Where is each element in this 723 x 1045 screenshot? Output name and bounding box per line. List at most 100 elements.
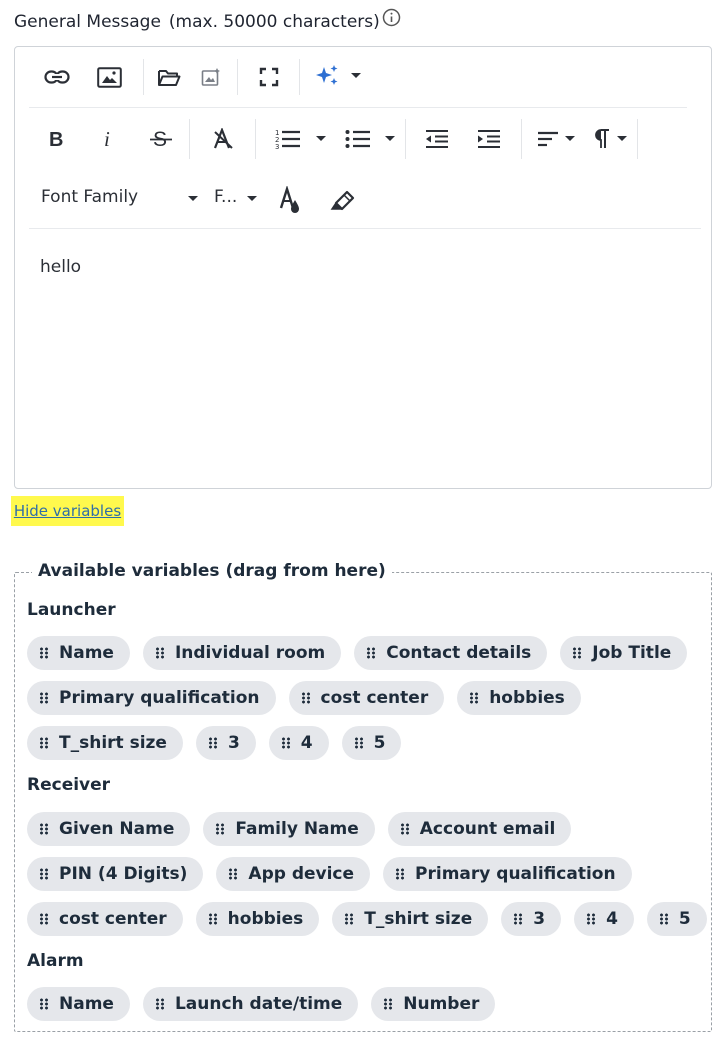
- field-label-row: General Message (max. 50000 characters): [14, 10, 380, 34]
- drag-handle-icon: [154, 998, 165, 1010]
- group-title-launcher: Launcher: [27, 600, 116, 620]
- variable-chip[interactable]: 4: [574, 902, 634, 936]
- variable-chip[interactable]: hobbies: [457, 681, 581, 715]
- drag-handle-icon: [228, 868, 239, 880]
- variable-chip[interactable]: Family Name: [203, 812, 375, 846]
- link-icon[interactable]: [41, 63, 73, 91]
- chip-label: Name: [59, 643, 114, 663]
- chip-label: Individual room: [174, 643, 326, 663]
- strikethrough-icon[interactable]: S: [147, 125, 175, 153]
- indent-icon[interactable]: [475, 125, 503, 153]
- ai-image-icon[interactable]: [195, 63, 227, 91]
- paragraph-caret[interactable]: [617, 136, 627, 141]
- drag-handle-icon: [154, 647, 165, 659]
- variable-chip[interactable]: T_shirt size: [332, 902, 489, 936]
- rich-text-editor: B i S 123 Font Family F... hello: [14, 46, 712, 489]
- variable-chip[interactable]: Primary qualification: [27, 681, 276, 715]
- variable-chip[interactable]: 5: [341, 726, 402, 760]
- font-color-icon[interactable]: [277, 185, 303, 215]
- font-family-select[interactable]: Font Family: [41, 187, 138, 207]
- drag-handle-icon: [513, 913, 524, 925]
- drag-handle-icon: [353, 737, 364, 749]
- paragraph-icon[interactable]: [591, 125, 613, 153]
- drag-handle-icon: [586, 913, 597, 925]
- variable-chip[interactable]: Given Name: [27, 812, 191, 846]
- numbered-list-icon[interactable]: 123: [273, 125, 303, 153]
- drag-handle-icon: [399, 823, 410, 835]
- chip-label: Family Name: [235, 819, 359, 839]
- chip-label: Launch date/time: [174, 994, 343, 1014]
- italic-icon[interactable]: i: [97, 125, 119, 153]
- variable-chip[interactable]: Individual room: [142, 636, 342, 670]
- group-title-receiver: Receiver: [27, 775, 111, 795]
- bold-icon[interactable]: B: [45, 125, 67, 153]
- chip-label: 5: [373, 733, 386, 753]
- drag-handle-icon: [207, 913, 218, 925]
- variable-chip[interactable]: PIN (4 Digits): [27, 857, 204, 891]
- svg-text:B: B: [49, 129, 63, 149]
- variable-chip[interactable]: Name: [27, 636, 130, 670]
- field-label: General Message: [14, 12, 161, 32]
- fullscreen-icon[interactable]: [253, 63, 285, 91]
- align-left-icon[interactable]: [535, 125, 561, 153]
- ai-dropdown-caret[interactable]: [351, 73, 361, 78]
- font-size-select[interactable]: F...: [214, 187, 237, 207]
- chips-receiver: Given Name Family Name Account email PIN…: [27, 812, 707, 936]
- numbered-list-caret[interactable]: [316, 136, 326, 141]
- variable-chip[interactable]: Job Title: [560, 636, 688, 670]
- chip-label: App device: [248, 864, 355, 884]
- drag-handle-icon: [300, 692, 311, 704]
- variable-chip[interactable]: App device: [216, 857, 371, 891]
- font-size-caret[interactable]: [247, 196, 257, 201]
- variable-chip[interactable]: Launch date/time: [142, 987, 359, 1021]
- chip-label: Given Name: [59, 819, 175, 839]
- bullet-list-icon[interactable]: [343, 125, 373, 153]
- drag-handle-icon: [207, 737, 218, 749]
- ai-sparkle-icon[interactable]: [311, 61, 343, 91]
- info-circle-icon[interactable]: [382, 8, 401, 27]
- variable-chip[interactable]: 4: [268, 726, 329, 760]
- outdent-icon[interactable]: [423, 125, 451, 153]
- variable-chip[interactable]: 3: [195, 726, 256, 760]
- drag-handle-icon: [215, 823, 226, 835]
- variable-chip[interactable]: 5: [646, 902, 707, 936]
- folder-open-icon[interactable]: [153, 63, 185, 91]
- variable-chip[interactable]: Name: [27, 987, 130, 1021]
- variable-chip[interactable]: 3: [501, 902, 562, 936]
- chip-label: 4: [300, 733, 313, 753]
- variable-chip[interactable]: hobbies: [195, 902, 320, 936]
- variable-chip[interactable]: Account email: [387, 812, 572, 846]
- drag-handle-icon: [39, 868, 49, 880]
- chip-label: 5: [678, 909, 691, 929]
- highlighter-icon[interactable]: [329, 185, 357, 215]
- svg-text:i: i: [104, 129, 110, 149]
- drag-handle-icon: [39, 913, 49, 925]
- variable-chip[interactable]: cost center: [288, 681, 445, 715]
- chip-label: Job Title: [592, 643, 672, 663]
- variable-chip[interactable]: T_shirt size: [27, 726, 183, 760]
- variable-chip[interactable]: Primary qualification: [383, 857, 632, 891]
- drag-handle-icon: [383, 998, 394, 1010]
- editor-content[interactable]: hello: [40, 257, 81, 277]
- drag-handle-icon: [39, 737, 49, 749]
- image-icon[interactable]: [93, 63, 125, 91]
- bullet-list-caret[interactable]: [385, 136, 395, 141]
- drag-handle-icon: [39, 823, 49, 835]
- font-family-caret[interactable]: [188, 196, 198, 201]
- chips-alarm: Name Launch date/time Number: [27, 987, 707, 1021]
- drag-handle-icon: [658, 913, 669, 925]
- chip-label: hobbies: [227, 909, 304, 929]
- align-caret[interactable]: [565, 136, 575, 141]
- variable-chip[interactable]: Contact details: [354, 636, 548, 670]
- chip-label: Number: [403, 994, 480, 1014]
- hide-variables-link[interactable]: Hide variables: [11, 496, 124, 526]
- chip-label: 3: [227, 733, 240, 753]
- clear-format-icon[interactable]: [209, 125, 237, 153]
- chip-label: hobbies: [489, 688, 565, 708]
- drag-handle-icon: [280, 737, 291, 749]
- drag-handle-icon: [395, 868, 406, 880]
- chip-label: Contact details: [386, 643, 532, 663]
- variable-chip[interactable]: cost center: [27, 902, 183, 936]
- drag-handle-icon: [39, 692, 49, 704]
- variable-chip[interactable]: Number: [371, 987, 496, 1021]
